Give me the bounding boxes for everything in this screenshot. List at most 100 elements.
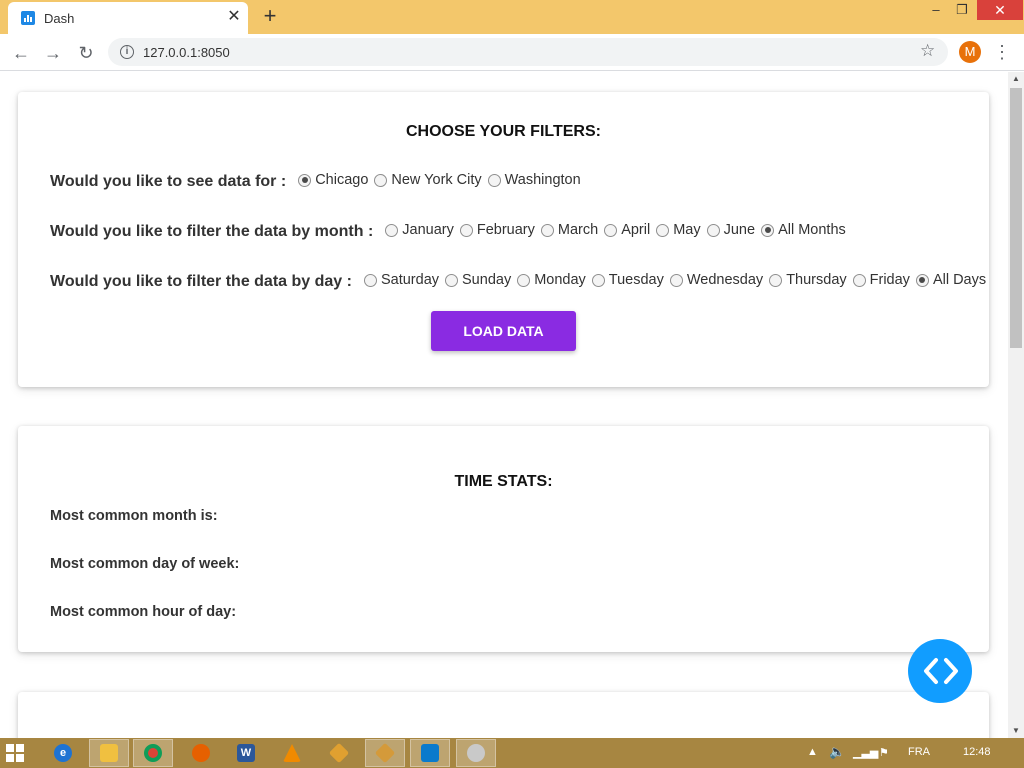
- day-radio-button[interactable]: [591, 273, 605, 287]
- day-option-friday[interactable]: Friday: [852, 272, 910, 288]
- close-window-button[interactable]: ✕: [977, 0, 1023, 20]
- day-option-sunday[interactable]: Sunday: [445, 272, 511, 288]
- day-option-label[interactable]: Tuesday: [609, 272, 664, 288]
- browser-tab-dash[interactable]: Dash ✕: [8, 2, 248, 34]
- city-option-label[interactable]: New York City: [391, 172, 481, 188]
- month-option-june[interactable]: June: [706, 222, 755, 238]
- filters-card: CHOOSE YOUR FILTERS: Would you like to s…: [18, 92, 989, 387]
- city-option-washington[interactable]: Washington: [487, 172, 581, 188]
- dash-debug-button[interactable]: [908, 639, 972, 703]
- month-radio-button[interactable]: [656, 223, 670, 237]
- back-arrow-icon[interactable]: ←: [8, 40, 34, 66]
- chrome-taskbar-icon[interactable]: [133, 739, 173, 767]
- bookmark-star-icon[interactable]: ☆: [920, 41, 935, 61]
- new-tab-button[interactable]: +: [260, 5, 280, 27]
- month-radio-button[interactable]: [761, 223, 775, 237]
- day-radio-group[interactable]: Saturday Sunday Monday Tuesday Wednesday Thur…: [363, 272, 992, 292]
- month-option-january[interactable]: January: [385, 222, 454, 238]
- info-icon[interactable]: i: [120, 45, 134, 59]
- month-option-label[interactable]: April: [621, 222, 650, 238]
- day-radio-button[interactable]: [445, 273, 459, 287]
- month-radio-button[interactable]: [604, 223, 618, 237]
- day-radio-button[interactable]: [915, 273, 929, 287]
- month-option-label[interactable]: May: [673, 222, 700, 238]
- month-option-label[interactable]: June: [724, 222, 755, 238]
- next-stats-card: [18, 692, 989, 738]
- month-option-label[interactable]: All Months: [778, 222, 846, 238]
- month-radio-button[interactable]: [459, 223, 473, 237]
- month-radio-button[interactable]: [706, 223, 720, 237]
- city-radio-button[interactable]: [298, 173, 312, 187]
- close-tab-icon[interactable]: ✕: [226, 8, 242, 26]
- day-radio-button[interactable]: [517, 273, 531, 287]
- word-taskbar-icon[interactable]: W: [226, 739, 266, 767]
- month-option-march[interactable]: March: [540, 222, 598, 238]
- day-option-saturday[interactable]: Saturday: [363, 272, 439, 288]
- month-option-all-months[interactable]: All Months: [761, 222, 846, 238]
- month-filter-row: Would you like to filter the data by mon…: [50, 222, 852, 242]
- month-option-label[interactable]: March: [558, 222, 598, 238]
- notification-flag-icon[interactable]: ⚑: [879, 746, 889, 759]
- file-explorer-taskbar-icon[interactable]: [89, 739, 129, 767]
- day-option-thursday[interactable]: Thursday: [769, 272, 847, 288]
- month-option-may[interactable]: May: [656, 222, 701, 238]
- load-data-button[interactable]: LOAD DATA: [431, 311, 576, 351]
- app2-taskbar-icon[interactable]: [365, 739, 405, 767]
- day-option-label[interactable]: Friday: [870, 272, 910, 288]
- scrollbar-thumb[interactable]: [1010, 88, 1022, 348]
- month-option-label[interactable]: January: [402, 222, 454, 238]
- day-option-tuesday[interactable]: Tuesday: [591, 272, 664, 288]
- volume-icon[interactable]: 🔈: [829, 744, 845, 760]
- month-radio-group[interactable]: January February March April May June All Mont…: [385, 222, 852, 242]
- windows-taskbar: e W ▲ 🔈 ▁▃▅ ⚑ FRA 12:48: [0, 738, 1024, 768]
- day-option-all-days[interactable]: All Days: [915, 272, 986, 288]
- firefox-taskbar-icon[interactable]: [181, 739, 221, 767]
- city-radio-button[interactable]: [374, 173, 388, 187]
- tray-expand-icon[interactable]: ▲: [807, 746, 818, 758]
- day-option-monday[interactable]: Monday: [517, 272, 586, 288]
- scroll-up-icon[interactable]: ▲: [1008, 72, 1024, 86]
- city-radio-group[interactable]: Chicago New York City Washington: [298, 172, 587, 192]
- vscode-taskbar-icon[interactable]: [410, 739, 450, 767]
- city-option-chicago[interactable]: Chicago: [298, 172, 368, 188]
- app3-taskbar-icon[interactable]: [456, 739, 496, 767]
- taskbar-clock[interactable]: 12:48: [963, 746, 991, 758]
- reload-icon[interactable]: ↻: [73, 40, 99, 66]
- day-radio-button[interactable]: [363, 273, 377, 287]
- city-option-label[interactable]: Washington: [505, 172, 581, 188]
- restore-window-button[interactable]: ❐: [947, 0, 977, 20]
- month-option-february[interactable]: February: [459, 222, 535, 238]
- url-text[interactable]: 127.0.0.1:8050: [143, 45, 230, 60]
- month-radio-button[interactable]: [385, 223, 399, 237]
- city-option-new-york-city[interactable]: New York City: [374, 172, 482, 188]
- month-option-label[interactable]: February: [477, 222, 535, 238]
- city-option-label[interactable]: Chicago: [315, 172, 368, 188]
- scroll-down-icon[interactable]: ▼: [1008, 724, 1024, 738]
- address-bar[interactable]: i 127.0.0.1:8050 ☆: [108, 38, 948, 66]
- dash-favicon-icon: [21, 11, 35, 25]
- windows-start-icon[interactable]: [6, 744, 24, 762]
- day-option-label[interactable]: All Days: [933, 272, 986, 288]
- page-scrollbar[interactable]: ▲ ▼: [1008, 72, 1024, 738]
- browser-titlebar: Dash ✕ + – ❐ ✕: [0, 0, 1024, 34]
- profile-avatar[interactable]: M: [959, 41, 981, 63]
- vlc-taskbar-icon[interactable]: [272, 739, 312, 767]
- day-option-label[interactable]: Thursday: [786, 272, 846, 288]
- day-option-label[interactable]: Monday: [534, 272, 586, 288]
- ie-taskbar-icon[interactable]: e: [43, 739, 83, 767]
- day-option-wednesday[interactable]: Wednesday: [669, 272, 763, 288]
- language-indicator[interactable]: FRA: [908, 746, 930, 758]
- day-radio-button[interactable]: [769, 273, 783, 287]
- network-icon[interactable]: ▁▃▅: [853, 746, 878, 759]
- day-option-label[interactable]: Sunday: [462, 272, 511, 288]
- day-radio-button[interactable]: [669, 273, 683, 287]
- day-option-label[interactable]: Saturday: [381, 272, 439, 288]
- forward-arrow-icon[interactable]: →: [40, 40, 66, 66]
- month-option-april[interactable]: April: [604, 222, 650, 238]
- day-option-label[interactable]: Wednesday: [687, 272, 763, 288]
- day-radio-button[interactable]: [852, 273, 866, 287]
- month-radio-button[interactable]: [540, 223, 554, 237]
- city-radio-button[interactable]: [487, 173, 501, 187]
- app-taskbar-icon[interactable]: [319, 739, 359, 767]
- browser-menu-icon[interactable]: ⋮: [992, 41, 1012, 63]
